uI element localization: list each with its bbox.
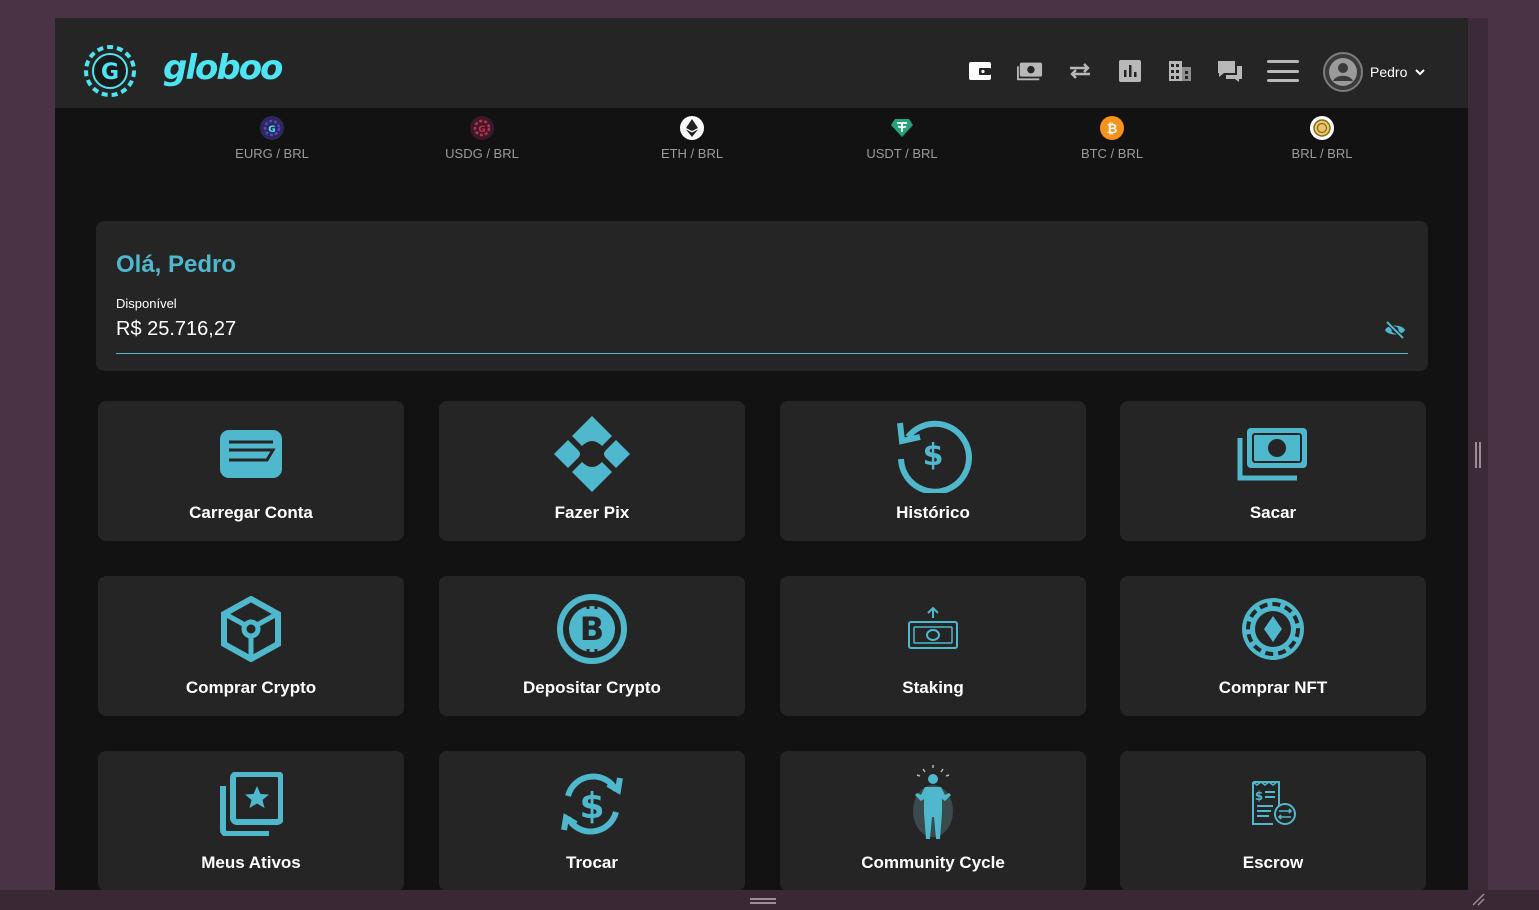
chevron-down-icon bbox=[1415, 69, 1426, 76]
withdraw-cash-icon bbox=[1120, 415, 1426, 493]
ticker-label: BTC / BRL bbox=[1080, 146, 1144, 161]
svg-text:G: G bbox=[478, 125, 485, 135]
tile-escrow[interactable]: $ Escrow bbox=[1120, 751, 1426, 890]
tile-label: Depositar Crypto bbox=[523, 678, 661, 697]
bitcoin-icon: B bbox=[439, 590, 745, 668]
greeting: Olá, Pedro bbox=[116, 251, 237, 278]
svg-text:$: $ bbox=[579, 786, 604, 827]
ticker-label: USDT / BRL bbox=[866, 146, 938, 161]
svg-text:$: $ bbox=[1255, 789, 1263, 803]
tile-label: Comprar NFT bbox=[1218, 678, 1328, 697]
tile-meus-ativos[interactable]: Meus Ativos bbox=[98, 751, 404, 890]
tile-comprar-crypto[interactable]: Comprar Crypto bbox=[98, 576, 404, 716]
tile-label: Trocar bbox=[566, 853, 618, 872]
tile-label: Meus Ativos bbox=[201, 853, 301, 872]
building-icon[interactable] bbox=[1167, 58, 1193, 84]
tile-label: Escrow bbox=[1242, 853, 1304, 872]
exchange-dollar-icon: $ bbox=[439, 765, 745, 843]
svg-text:G: G bbox=[268, 125, 275, 135]
top-header: G globoo Pedro bbox=[55, 18, 1468, 108]
ticker-usdg[interactable]: G USDG / BRL bbox=[412, 116, 552, 161]
tile-comprar-nft[interactable]: Comprar NFT bbox=[1120, 576, 1426, 716]
btc-coin-icon: ₿ bbox=[1100, 116, 1124, 140]
nft-token-icon bbox=[1120, 590, 1426, 668]
tile-label: Comprar Crypto bbox=[185, 678, 317, 697]
available-balance: R$ 25.716,27 bbox=[116, 318, 237, 340]
horizontal-resize-handle[interactable] bbox=[750, 898, 776, 904]
tile-sacar[interactable]: Sacar bbox=[1120, 401, 1426, 541]
tile-label: Histórico bbox=[896, 503, 970, 522]
hide-balance-eye-icon[interactable] bbox=[1384, 319, 1406, 341]
brl-coin-icon bbox=[1310, 116, 1334, 140]
ticker-btc[interactable]: ₿ BTC / BRL bbox=[1042, 116, 1182, 161]
pix-icon bbox=[439, 415, 745, 493]
price-ticker: G EURG / BRL G USDG / BRL ETH / BRL USDT… bbox=[55, 116, 1468, 176]
person-icon bbox=[780, 765, 1086, 843]
app-window: G globoo Pedro G EURG / BRL G USDG / BRL… bbox=[55, 18, 1488, 890]
tile-staking[interactable]: Staking bbox=[780, 576, 1086, 716]
ticker-eurg[interactable]: G EURG / BRL bbox=[202, 116, 342, 161]
tile-trocar[interactable]: $ Trocar bbox=[439, 751, 745, 890]
tile-label: Community Cycle bbox=[861, 853, 1005, 872]
available-label: Disponível bbox=[116, 296, 177, 311]
avatar bbox=[1323, 52, 1363, 92]
menu-icon[interactable] bbox=[1267, 60, 1299, 82]
user-icon bbox=[1329, 58, 1357, 86]
tile-depositar-crypto[interactable]: B Depositar Crypto bbox=[439, 576, 745, 716]
wallet-icon[interactable] bbox=[967, 58, 993, 84]
cash-icon[interactable] bbox=[1017, 58, 1043, 84]
header-nav bbox=[967, 58, 1321, 84]
ticker-eth[interactable]: ETH / BRL bbox=[622, 116, 762, 161]
usdg-coin-icon: G bbox=[470, 116, 494, 140]
escrow-receipt-icon: $ bbox=[1120, 765, 1426, 843]
chart-icon[interactable] bbox=[1117, 58, 1143, 84]
user-menu[interactable]: Pedro bbox=[1323, 52, 1426, 92]
tile-label: Fazer Pix bbox=[554, 503, 630, 522]
staking-icon bbox=[780, 590, 1086, 668]
user-name: Pedro bbox=[1370, 64, 1408, 80]
eurg-coin-icon: G bbox=[260, 116, 284, 140]
svg-text:B: B bbox=[580, 610, 604, 648]
history-icon: $ bbox=[780, 415, 1086, 493]
globoo-logo[interactable]: G globoo bbox=[83, 42, 283, 100]
logo-wordmark: globoo bbox=[163, 48, 283, 88]
ticker-label: USDG / BRL bbox=[445, 146, 519, 161]
chat-icon[interactable] bbox=[1217, 58, 1243, 84]
ticker-label: ETH / BRL bbox=[660, 146, 724, 161]
svg-text:G: G bbox=[101, 60, 119, 85]
ticker-label: BRL / BRL bbox=[1291, 146, 1353, 161]
tile-fazer-pix[interactable]: Fazer Pix bbox=[439, 401, 745, 541]
card-icon bbox=[98, 415, 404, 493]
assets-star-icon bbox=[98, 765, 404, 843]
ticker-usdt[interactable]: USDT / BRL bbox=[832, 116, 972, 161]
tile-label: Staking bbox=[902, 678, 964, 697]
resize-grip-icon[interactable] bbox=[1471, 892, 1485, 906]
tile-label: Sacar bbox=[1249, 503, 1297, 522]
eth-coin-icon bbox=[680, 116, 704, 140]
vertical-resize-handle[interactable] bbox=[1475, 442, 1481, 468]
balance-underline bbox=[116, 353, 1408, 354]
tile-carregar-conta[interactable]: Carregar Conta bbox=[98, 401, 404, 541]
ticker-label: EURG / BRL bbox=[235, 146, 309, 161]
tile-label: Carregar Conta bbox=[189, 503, 313, 522]
swap-icon[interactable] bbox=[1067, 58, 1093, 84]
logo-emblem-icon: G bbox=[84, 45, 136, 97]
tile-historico[interactable]: $ Histórico bbox=[780, 401, 1086, 541]
balance-card: Olá, Pedro Disponível R$ 25.716,27 bbox=[96, 221, 1428, 371]
usdt-coin-icon bbox=[890, 116, 914, 140]
svg-text:$: $ bbox=[923, 438, 944, 473]
crypto-cube-icon bbox=[98, 590, 404, 668]
tile-community-cycle[interactable]: Community Cycle bbox=[780, 751, 1086, 890]
ticker-brl[interactable]: BRL / BRL bbox=[1252, 116, 1392, 161]
